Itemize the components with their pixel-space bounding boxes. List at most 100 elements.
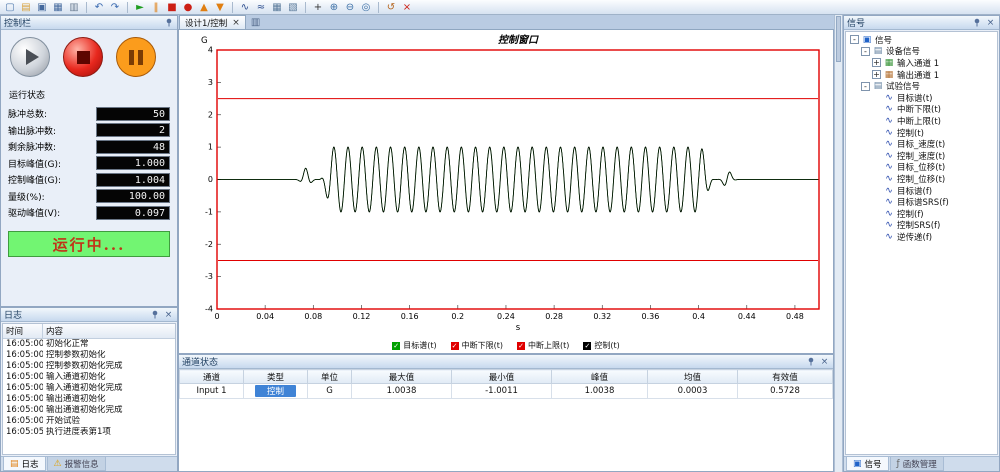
vertical-scrollbar[interactable] [834, 15, 843, 472]
print-icon[interactable]: ▥ [67, 1, 81, 14]
pin-icon[interactable] [149, 309, 160, 320]
log-message-cell: 控制参数初始化 [43, 350, 109, 361]
log-time-cell: 16:05:05 [3, 427, 43, 438]
tree-item[interactable]: ∿中断下限(t) [847, 104, 997, 116]
tree-item[interactable]: +▦输入通道 1 [847, 57, 997, 69]
svg-text:0.08: 0.08 [304, 312, 322, 321]
time-window-icon[interactable]: ∿ [238, 1, 252, 14]
legend-item[interactable]: ✓目标谱(t) [392, 340, 436, 351]
stop-button[interactable] [63, 37, 103, 77]
log-column-time[interactable]: 时间 [3, 324, 43, 338]
status-field-label: 剩余脉冲数: [8, 140, 56, 153]
tree-item[interactable]: ∿控制(t) [847, 127, 997, 139]
channel-column-header[interactable]: 通道 [180, 370, 244, 384]
collapse-expander-icon[interactable]: - [861, 47, 870, 56]
tree-item[interactable]: -▤试验信号 [847, 80, 997, 92]
status-field-row: 脉冲总数:50 [8, 107, 170, 121]
tree-item[interactable]: -▤设备信号 [847, 46, 997, 58]
tree-item[interactable]: -▣信号 [847, 34, 997, 46]
legend-item[interactable]: ✓中断上限(t) [517, 340, 569, 351]
tree-item[interactable]: ∿逆传递(f) [847, 231, 997, 243]
legend-item[interactable]: ✓中断下限(t) [451, 340, 503, 351]
start-button[interactable] [10, 37, 50, 77]
tree-item[interactable]: +▦输出通道 1 [847, 69, 997, 81]
window-select-icon[interactable]: ▥ [251, 17, 260, 28]
channel-column-header[interactable]: 单位 [308, 370, 352, 384]
tree-item-label: 设备信号 [886, 45, 920, 57]
pause-button[interactable] [116, 37, 156, 77]
expand-expander-icon[interactable]: + [872, 58, 881, 67]
close-tab-icon[interactable]: × [232, 18, 240, 28]
zoom-in-icon[interactable]: ⊕ [327, 1, 341, 14]
open-file-icon[interactable]: ▤ [19, 1, 33, 14]
tab-label: 报警信息 [65, 458, 99, 470]
expand-expander-icon[interactable]: + [872, 70, 881, 79]
channel-column-header[interactable]: 有效值 [738, 370, 833, 384]
status-field-row: 目标峰值(G):1.000 [8, 156, 170, 170]
status-field-row: 剩余脉冲数:48 [8, 140, 170, 154]
log-tab-1[interactable]: ⚠报警信息 [47, 457, 106, 471]
channel-column-header[interactable]: 最大值 [352, 370, 452, 384]
close-icon[interactable]: × [163, 309, 174, 320]
tree-item[interactable]: ∿控制(f) [847, 208, 997, 220]
log-row: 16:05:00输出通道初始化完成 [3, 405, 175, 416]
channel-column-header[interactable]: 峰值 [552, 370, 648, 384]
signal-tab-1[interactable]: ƒ函数管理 [890, 457, 944, 471]
signal-tab-icon-1: ƒ [897, 459, 900, 469]
save-all-icon[interactable]: ▦ [51, 1, 65, 14]
tree-item[interactable]: ∿控制_速度(t) [847, 150, 997, 162]
tree-item[interactable]: ∿目标谱(t) [847, 92, 997, 104]
undo-icon[interactable]: ↶ [92, 1, 106, 14]
close-icon[interactable]: × [985, 17, 996, 28]
status-field-label: 量级(%): [8, 190, 45, 203]
zoom-reset-icon[interactable]: ◎ [359, 1, 373, 14]
svg-text:0.44: 0.44 [738, 312, 756, 321]
close-app-icon[interactable]: × [400, 1, 414, 14]
legend-item[interactable]: ✓控制(t) [583, 340, 619, 351]
tree-item-label: 目标谱(t) [897, 92, 932, 104]
close-icon[interactable]: × [819, 356, 830, 367]
record-icon[interactable]: ● [181, 1, 195, 14]
control-chart[interactable]: 控制窗口G-4-3-2-10123400.040.080.120.160.20.… [178, 30, 834, 354]
cursor-icon[interactable]: + [311, 1, 325, 14]
pin-icon[interactable] [805, 356, 816, 367]
stop-test-icon[interactable]: ■ [165, 1, 179, 14]
level-up-icon[interactable]: ▲ [197, 1, 211, 14]
tree-item[interactable]: ∿控制_位移(t) [847, 173, 997, 185]
tree-item-label: 中断下限(t) [897, 103, 941, 115]
pin-icon[interactable] [971, 17, 982, 28]
channel-column-header[interactable]: 均值 [648, 370, 738, 384]
save-icon[interactable]: ▣ [35, 1, 49, 14]
channel-column-header[interactable]: 类型 [244, 370, 308, 384]
document-tab[interactable]: 设计1/控制 × [179, 15, 246, 29]
log-column-content[interactable]: 内容 [43, 324, 66, 338]
level-down-icon[interactable]: ▼ [213, 1, 227, 14]
refresh-view-icon[interactable]: ↺ [384, 1, 398, 14]
tree-item[interactable]: ∿控制SRS(f) [847, 220, 997, 232]
channel-column-header[interactable]: 最小值 [452, 370, 552, 384]
tree-item[interactable]: ∿目标谱(f) [847, 185, 997, 197]
tree-item[interactable]: ∿目标_速度(t) [847, 138, 997, 150]
layout-window-icon[interactable]: ▧ [286, 1, 300, 14]
table-window-icon[interactable]: ▦ [270, 1, 284, 14]
pin-icon[interactable] [163, 17, 174, 28]
pause-test-icon[interactable]: ‖ [149, 1, 163, 14]
collapse-expander-icon[interactable]: - [861, 82, 870, 91]
scrollbar-thumb[interactable] [836, 16, 841, 62]
tree-item[interactable]: ∿目标谱SRS(f) [847, 196, 997, 208]
signal-tab-0[interactable]: ▣信号 [846, 457, 889, 471]
new-file-icon[interactable]: ▢ [3, 1, 17, 14]
status-field-label: 目标峰值(G): [8, 157, 61, 170]
run-test-icon[interactable]: ► [133, 1, 147, 14]
channel-type-badge: 控制 [255, 385, 296, 397]
log-tab-0[interactable]: ▤日志 [3, 457, 46, 471]
spectrum-window-icon[interactable]: ≈ [254, 1, 268, 14]
zoom-out-icon[interactable]: ⊖ [343, 1, 357, 14]
tree-item[interactable]: ∿目标_位移(t) [847, 162, 997, 174]
collapse-expander-icon[interactable]: - [850, 35, 859, 44]
channel-cell: 1.0038 [552, 384, 648, 399]
channel-panel-title: 通道状态 [182, 355, 218, 368]
redo-icon[interactable]: ↷ [108, 1, 122, 14]
tree-item[interactable]: ∿中断上限(t) [847, 115, 997, 127]
channel-row[interactable]: Input 1控制G1.0038-1.00111.00380.00030.572… [180, 384, 833, 399]
